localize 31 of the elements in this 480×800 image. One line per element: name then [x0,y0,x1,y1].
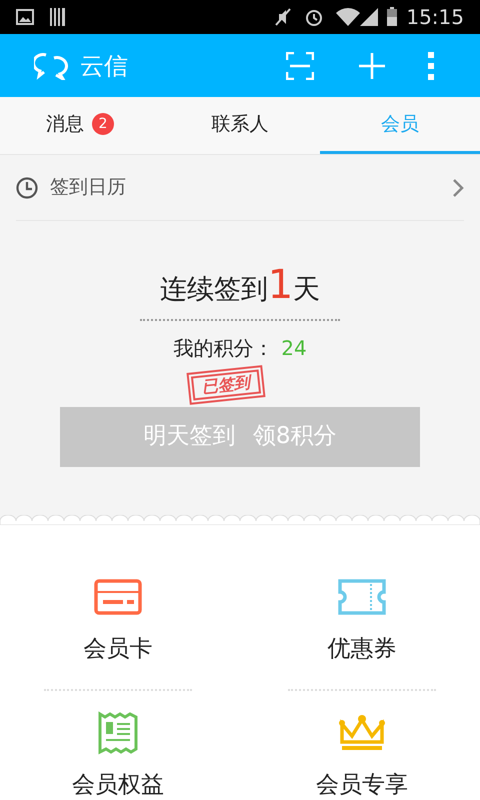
more-icon [428,52,434,80]
checkin-button: 明天签到 领8积分 [60,406,420,466]
menu-tile[interactable]: 会员权益 [44,690,192,800]
calendar-link[interactable]: 签到日历 [16,155,464,221]
points-value: 24 [281,334,307,362]
card-icon [94,579,142,615]
signal-icon [360,8,378,26]
mute-icon [274,7,292,27]
battery-icon [386,7,398,27]
clock-time: 15:15 [406,4,464,31]
unread-badge: 2 [92,113,114,135]
barcode-icon [50,8,66,26]
chevron-right-icon [452,178,464,198]
crown-icon [338,714,386,752]
menu-tile[interactable]: 会员专享 [288,690,436,800]
alarm-icon [304,7,324,27]
streak-text: 连续签到 1天 [160,265,320,310]
menu-tile[interactable]: 会员卡 [44,525,192,690]
menu-tile[interactable]: 优惠券 [288,525,436,690]
image-icon [16,9,34,25]
receipt-icon [97,710,139,754]
wifi-icon [336,8,360,26]
ticket-icon [338,579,386,615]
chat-bubbles-icon [34,52,68,80]
clock-icon [16,176,38,198]
app-title: 云信 [80,50,128,82]
tab[interactable]: 消息 2 [0,97,160,154]
points-label: 我的积分： [173,334,274,362]
scan-icon [286,52,314,80]
plus-icon [358,52,386,80]
tab[interactable]: 联系人 [160,97,320,154]
